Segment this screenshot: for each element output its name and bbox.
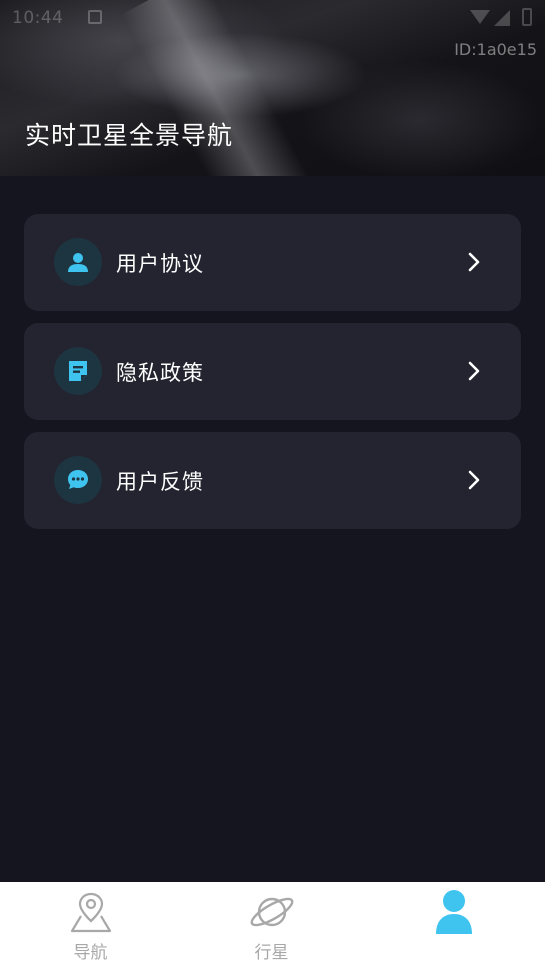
header-banner: 10:44 ID:1a0e15 实时卫星全景导航	[0, 0, 545, 176]
chevron-right-icon	[468, 361, 480, 381]
profile-icon	[435, 890, 472, 934]
chat-icon	[54, 456, 102, 504]
menu-item-label: 用户协议	[116, 252, 204, 276]
nav-tab-profile[interactable]	[362, 882, 545, 970]
planet-icon	[250, 897, 293, 927]
bottom-nav: 导航 行星	[0, 882, 545, 970]
signal-icon	[494, 10, 510, 26]
menu-item-label: 用户反馈	[116, 470, 204, 494]
chevron-right-icon	[468, 252, 480, 272]
user-icon	[54, 238, 102, 286]
page-title: 实时卫星全景导航	[25, 121, 234, 150]
location-pin-icon	[70, 892, 111, 933]
status-time: 10:44	[12, 8, 64, 28]
nav-tab-label: 导航	[73, 943, 108, 963]
chevron-right-icon	[468, 470, 480, 490]
notification-icon	[88, 10, 102, 24]
menu-item-privacy-policy[interactable]: 隐私政策	[24, 323, 521, 420]
menu-item-user-feedback[interactable]: 用户反馈	[24, 432, 521, 529]
profile-screen: 10:44 ID:1a0e15 实时卫星全景导航 用户协议 隐私政策 用户反馈 …	[0, 0, 545, 970]
user-id: ID:1a0e15	[454, 40, 537, 59]
menu-item-label: 隐私政策	[116, 361, 204, 385]
battery-icon	[522, 8, 532, 26]
nav-tab-navigation[interactable]: 导航	[0, 882, 181, 970]
settings-menu: 用户协议 隐私政策 用户反馈	[24, 214, 521, 541]
nav-tab-planet[interactable]: 行星	[181, 882, 362, 970]
wifi-icon	[470, 10, 490, 24]
document-icon	[54, 347, 102, 395]
nav-tab-label: 行星	[254, 943, 289, 963]
status-bar: 10:44	[0, 0, 545, 36]
menu-item-user-agreement[interactable]: 用户协议	[24, 214, 521, 311]
